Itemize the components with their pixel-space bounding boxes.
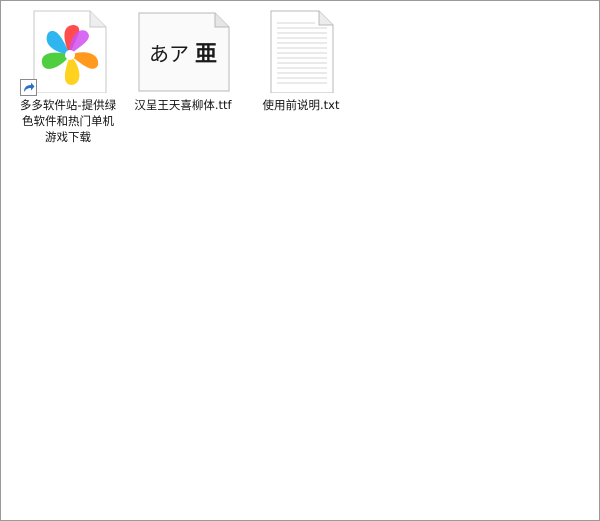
shortcut-arrow-icon [20,79,37,96]
font-preview-text: あア [148,41,189,66]
font-preview: あア 亜 [135,9,231,93]
file-thumbnail [20,9,116,96]
file-item-shortcut[interactable]: 多多软件站-提供绿色软件和热门单机游戏下载 [18,9,118,145]
explorer-file-view: 多多软件站-提供绿色软件和热门单机游戏下载 あア 亜 汉呈王天喜柳体.ttf 使… [0,0,600,521]
file-item-text[interactable]: 使用前说明.txt [251,9,351,113]
pinwheel-icon [41,25,99,85]
file-name-label: 多多软件站-提供绿色软件和热门单机游戏下载 [19,98,117,144]
font-preview-glyph: 亜 [194,41,217,67]
file-name-label: 使用前说明.txt [262,98,340,112]
file-item-font[interactable]: あア 亜 汉呈王天喜柳体.ttf [133,9,233,113]
file-thumbnail [253,9,349,94]
file-name-label: 汉呈王天喜柳体.ttf [134,98,232,112]
text-file-icon [270,10,334,94]
file-thumbnail: あア 亜 [135,9,231,93]
